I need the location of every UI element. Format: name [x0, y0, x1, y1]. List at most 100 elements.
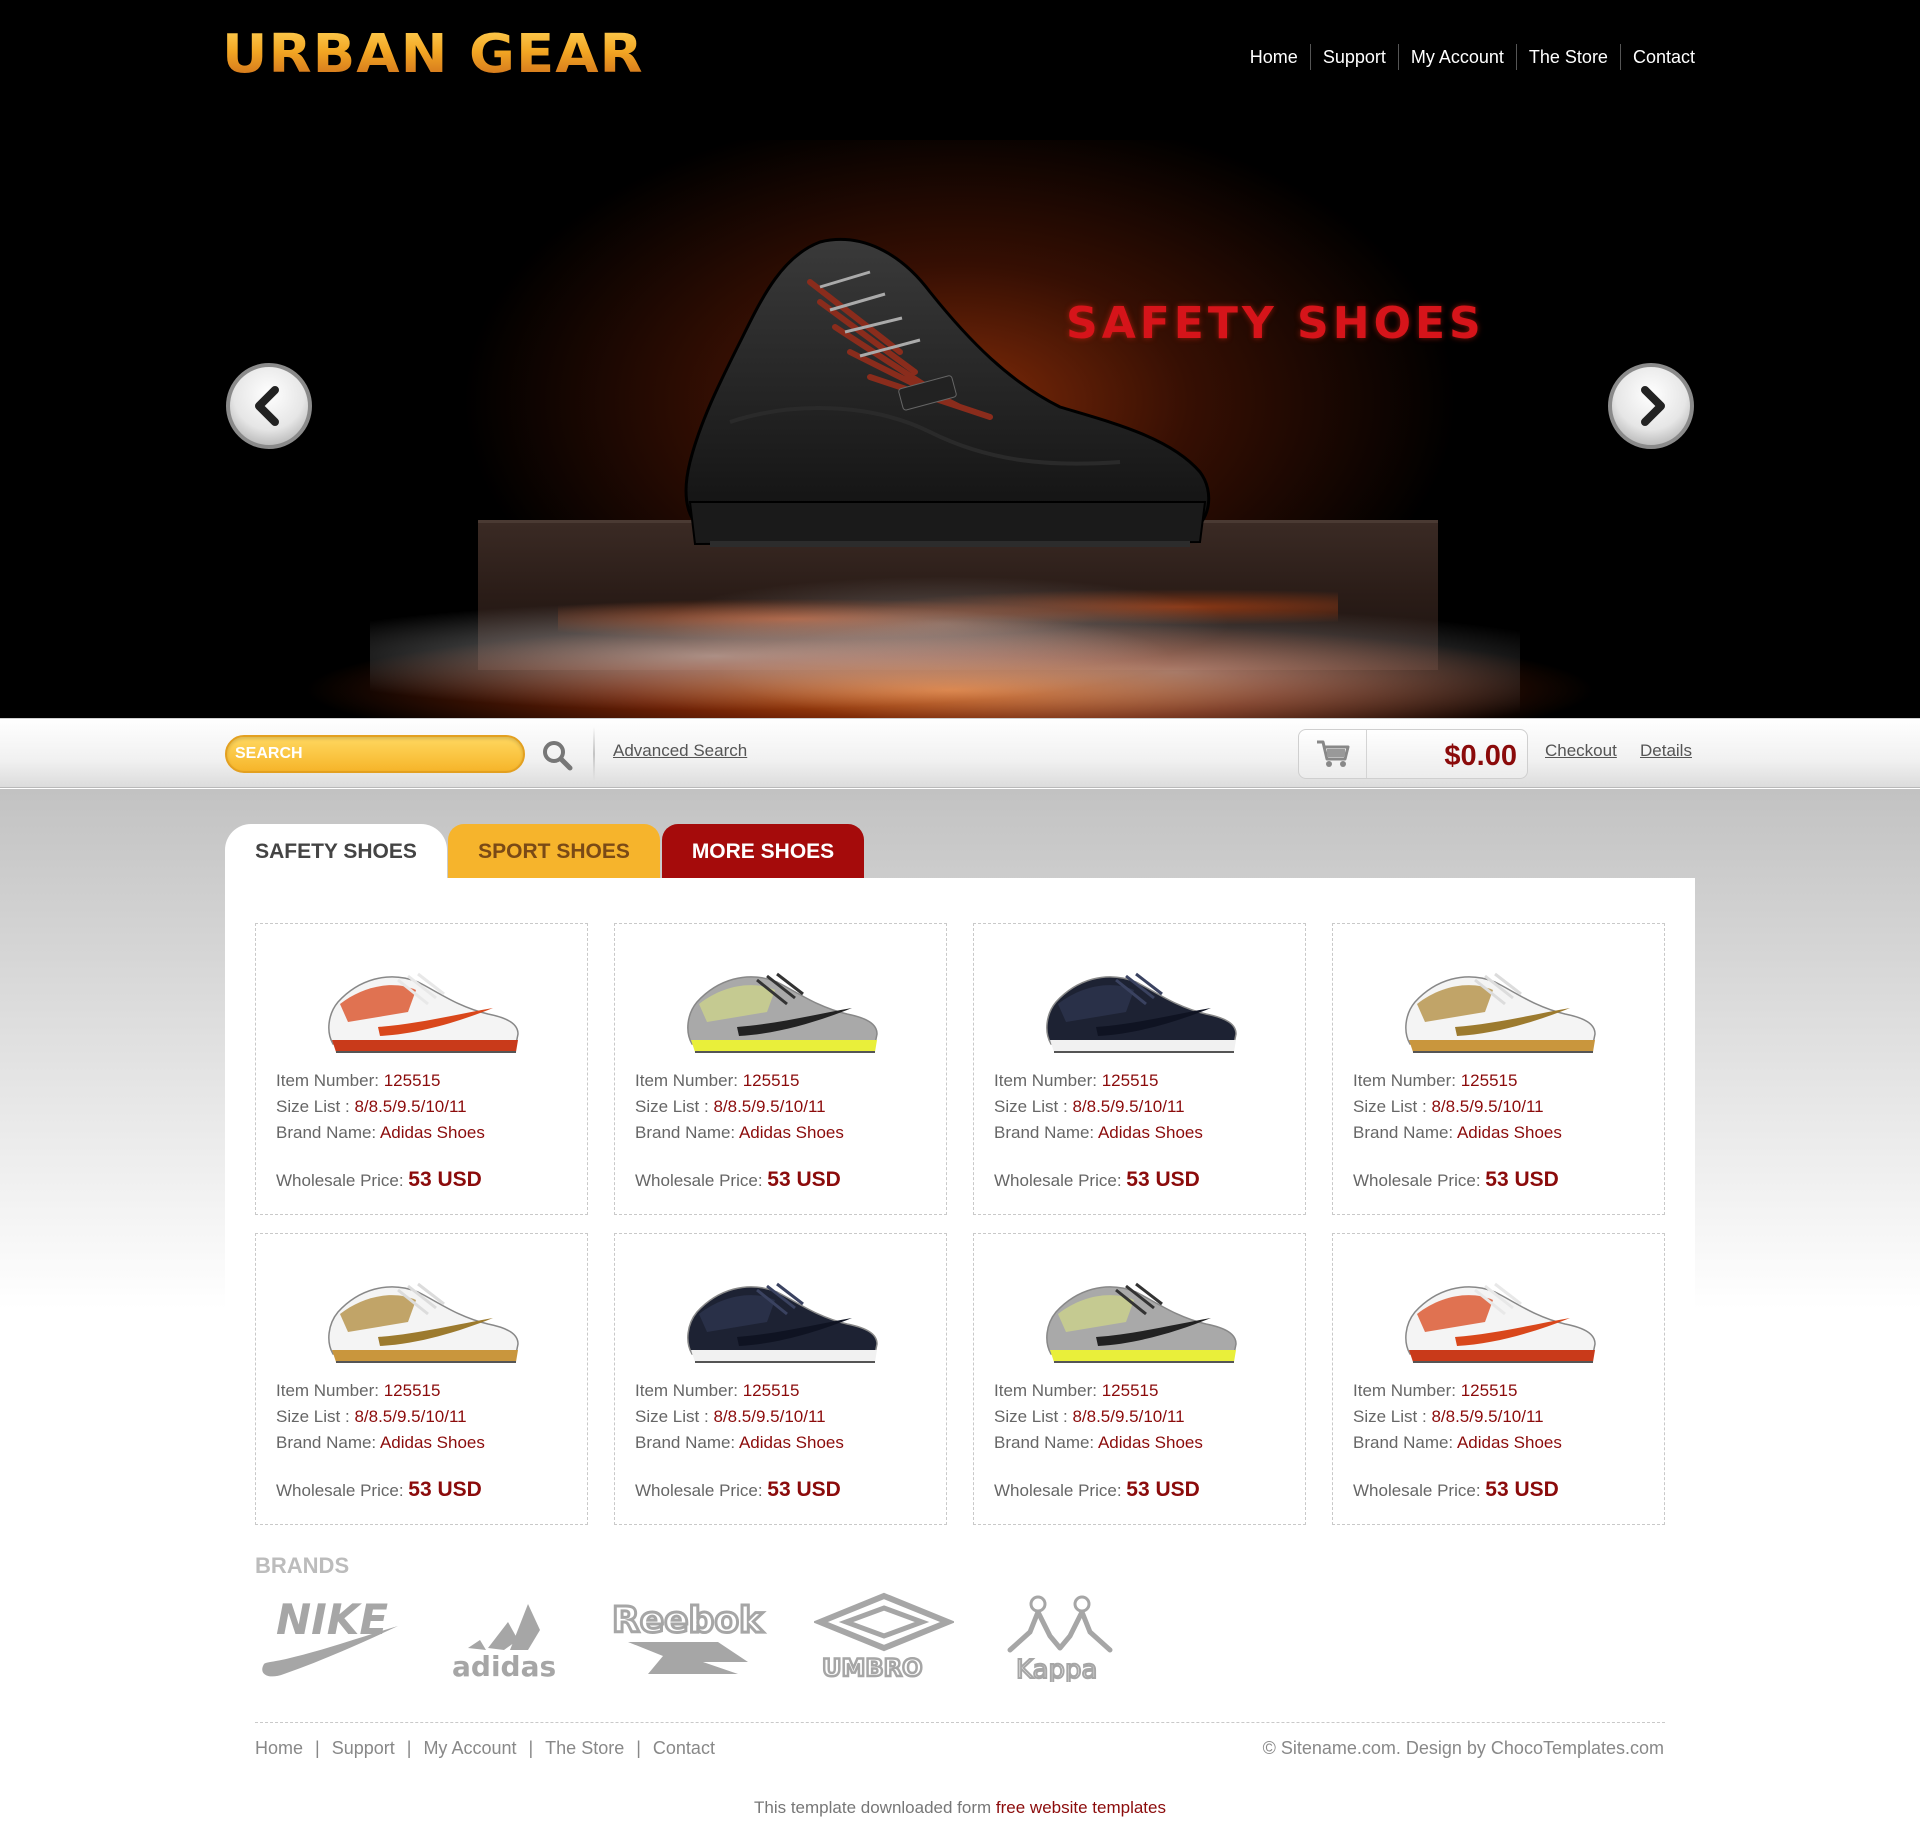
top-navigation: Home Support My Account The Store Contac… — [1238, 44, 1695, 70]
footer-support-link[interactable]: Support — [332, 1738, 395, 1759]
item-number-row: Item Number: 125515 — [635, 1378, 844, 1404]
wholesale-price-row: Wholesale Price: 53 USD — [635, 1478, 841, 1502]
brand-name-label: Brand Name: — [276, 1123, 377, 1142]
wholesale-price-row: Wholesale Price: 53 USD — [1353, 1478, 1559, 1502]
brand-name-value[interactable]: Adidas Shoes — [1457, 1433, 1562, 1452]
svg-text:Kappa: Kappa — [1016, 1655, 1097, 1682]
item-number-value: 125515 — [1460, 1071, 1518, 1090]
wholesale-price-row: Wholesale Price: 53 USD — [635, 1168, 841, 1192]
hero-banner: SAFETY SHOES URBAN GEAR Home Support My … — [0, 0, 1920, 718]
wholesale-price-label: Wholesale Price: — [1353, 1171, 1481, 1190]
product-card[interactable]: Item Number: 125515 Size List : 8/8.5/9.… — [1332, 1233, 1665, 1525]
product-card[interactable]: Item Number: 125515 Size List : 8/8.5/9.… — [255, 1233, 588, 1525]
adidas-logo[interactable]: adidas — [448, 1592, 563, 1682]
size-list-value: 8/8.5/9.5/10/11 — [354, 1407, 467, 1426]
size-list-label: Size List : — [1353, 1407, 1427, 1426]
cart-details-link[interactable]: Details — [1640, 741, 1692, 761]
brand-name-row: Brand Name: Adidas Shoes — [635, 1120, 844, 1146]
brand-name-label: Brand Name: — [994, 1123, 1095, 1142]
brand-name-row: Brand Name: Adidas Shoes — [276, 1120, 485, 1146]
size-list-label: Size List : — [276, 1407, 350, 1426]
wholesale-price-label: Wholesale Price: — [1353, 1481, 1481, 1500]
footer-separator: | — [406, 1738, 412, 1758]
footer-my-account-link[interactable]: My Account — [423, 1738, 516, 1759]
brand-name-label: Brand Name: — [635, 1433, 736, 1452]
size-list-value: 8/8.5/9.5/10/11 — [713, 1097, 826, 1116]
tab-sport-shoes[interactable]: SPORT SHOES — [448, 824, 660, 879]
product-card[interactable]: Item Number: 125515 Size List : 8/8.5/9.… — [255, 923, 588, 1215]
brand-name-label: Brand Name: — [1353, 1433, 1454, 1452]
site-logo[interactable]: URBAN GEAR — [222, 24, 644, 86]
item-number-row: Item Number: 125515 — [276, 1068, 485, 1094]
footer-home-link[interactable]: Home — [255, 1738, 303, 1759]
brand-name-value[interactable]: Adidas Shoes — [739, 1123, 844, 1142]
brand-name-row: Brand Name: Adidas Shoes — [276, 1430, 485, 1456]
footer-separator: | — [315, 1738, 320, 1758]
item-number-row: Item Number: 125515 — [1353, 1378, 1562, 1404]
safety-boot-image — [684, 237, 1211, 547]
product-card[interactable]: Item Number: 125515 Size List : 8/8.5/9.… — [614, 923, 947, 1215]
footer-the-store-link[interactable]: The Store — [545, 1738, 624, 1759]
hero-smoke — [370, 560, 1520, 718]
size-list-row: Size List : 8/8.5/9.5/10/11 — [1353, 1094, 1562, 1120]
search-input[interactable] — [225, 735, 525, 773]
tab-safety-shoes[interactable]: SAFETY SHOES — [225, 824, 447, 879]
free-templates-link[interactable]: free website templates — [996, 1798, 1166, 1817]
footer-separator: | — [528, 1738, 534, 1758]
brand-name-value[interactable]: Adidas Shoes — [380, 1433, 485, 1452]
brand-name-value[interactable]: Adidas Shoes — [380, 1123, 485, 1142]
product-card[interactable]: Item Number: 125515 Size List : 8/8.5/9.… — [973, 923, 1306, 1215]
brand-name-row: Brand Name: Adidas Shoes — [1353, 1430, 1562, 1456]
brand-name-value[interactable]: Adidas Shoes — [739, 1433, 844, 1452]
checkout-link[interactable]: Checkout — [1545, 741, 1617, 761]
wholesale-price-value: 53 USD — [408, 1168, 482, 1191]
product-info: Item Number: 125515 Size List : 8/8.5/9.… — [635, 1378, 844, 1456]
reebok-logo[interactable]: Reebok — [608, 1592, 768, 1682]
wholesale-price-value: 53 USD — [767, 1478, 841, 1501]
shoe-image — [1405, 1282, 1596, 1363]
brand-name-label: Brand Name: — [1353, 1123, 1454, 1142]
kappa-logo[interactable]: Kappa — [1000, 1592, 1120, 1682]
product-card[interactable]: Item Number: 125515 Size List : 8/8.5/9.… — [614, 1233, 947, 1525]
product-card[interactable]: Item Number: 125515 Size List : 8/8.5/9.… — [1332, 923, 1665, 1215]
size-list-value: 8/8.5/9.5/10/11 — [354, 1097, 467, 1116]
item-number-label: Item Number: — [635, 1071, 738, 1090]
shoe-image — [328, 1282, 519, 1363]
advanced-search-link[interactable]: Advanced Search — [613, 741, 747, 761]
search-icon[interactable] — [540, 738, 574, 772]
size-list-label: Size List : — [994, 1097, 1068, 1116]
size-list-row: Size List : 8/8.5/9.5/10/11 — [994, 1094, 1203, 1120]
size-list-row: Size List : 8/8.5/9.5/10/11 — [994, 1404, 1203, 1430]
brand-name-value[interactable]: Adidas Shoes — [1098, 1433, 1203, 1452]
footer-contact-link[interactable]: Contact — [653, 1738, 715, 1759]
slider-next-button[interactable] — [1608, 363, 1694, 449]
chevron-right-icon — [1641, 386, 1665, 426]
item-number-row: Item Number: 125515 — [635, 1068, 844, 1094]
nav-home-link[interactable]: Home — [1238, 44, 1310, 70]
nav-my-account-link[interactable]: My Account — [1397, 44, 1516, 70]
wholesale-price-label: Wholesale Price: — [635, 1171, 763, 1190]
size-list-row: Size List : 8/8.5/9.5/10/11 — [1353, 1404, 1562, 1430]
brand-name-label: Brand Name: — [994, 1433, 1095, 1452]
nike-logo[interactable]: NIKE — [254, 1592, 400, 1682]
umbro-logo[interactable]: UMBRO — [814, 1592, 954, 1682]
brand-name-label: Brand Name: — [276, 1433, 377, 1452]
item-number-row: Item Number: 125515 — [994, 1378, 1203, 1404]
svg-text:UMBRO: UMBRO — [822, 1654, 923, 1682]
shoe-image — [1405, 972, 1596, 1053]
cart-total: $0.00 — [1444, 740, 1517, 772]
item-number-label: Item Number: — [276, 1381, 379, 1400]
brand-name-row: Brand Name: Adidas Shoes — [994, 1120, 1203, 1146]
cart-summary[interactable]: $0.00 — [1298, 729, 1528, 779]
brand-name-value[interactable]: Adidas Shoes — [1098, 1123, 1203, 1142]
brand-name-value[interactable]: Adidas Shoes — [1457, 1123, 1562, 1142]
wholesale-price-row: Wholesale Price: 53 USD — [276, 1168, 482, 1192]
size-list-row: Size List : 8/8.5/9.5/10/11 — [635, 1094, 844, 1120]
nav-contact-link[interactable]: Contact — [1619, 44, 1695, 70]
tab-more-shoes[interactable]: MORE SHOES — [662, 824, 864, 879]
shoe-image — [687, 972, 878, 1053]
product-card[interactable]: Item Number: 125515 Size List : 8/8.5/9.… — [973, 1233, 1306, 1525]
slider-prev-button[interactable] — [226, 363, 312, 449]
nav-the-store-link[interactable]: The Store — [1515, 44, 1620, 70]
nav-support-link[interactable]: Support — [1309, 44, 1398, 70]
